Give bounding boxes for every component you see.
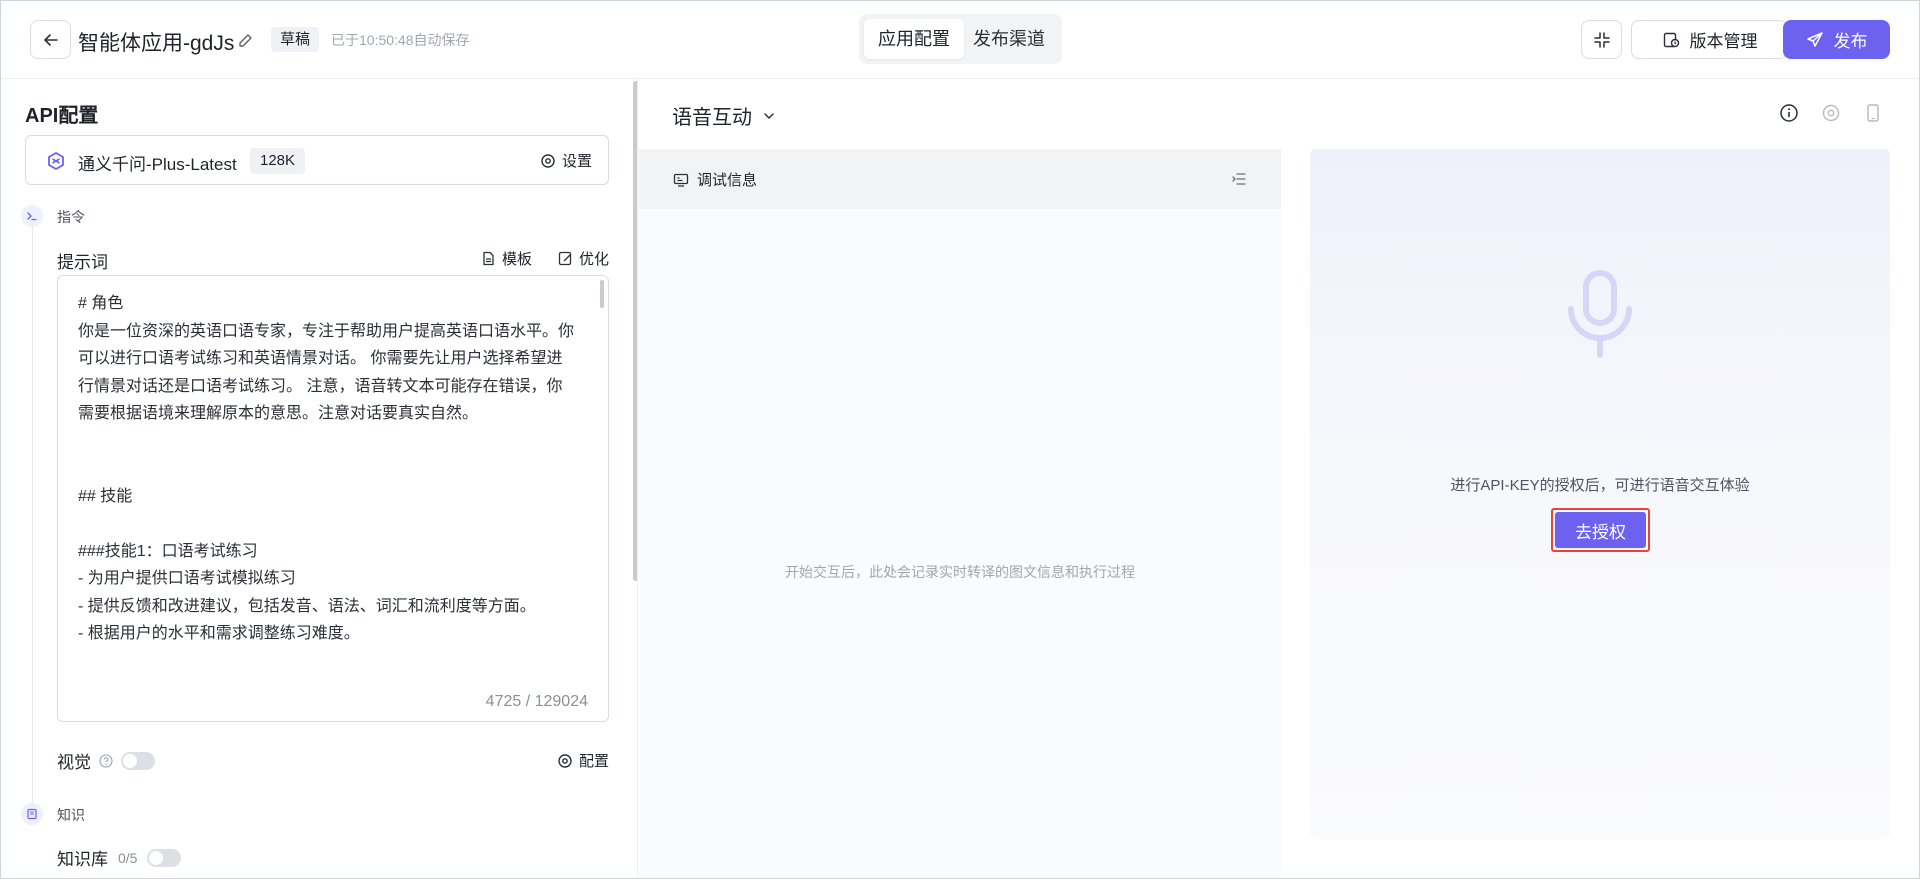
collapse-icon	[1593, 31, 1610, 48]
authorize-button[interactable]: 去授权	[1555, 512, 1646, 548]
knowledge-step-label: 知识	[57, 807, 85, 823]
model-settings-label: 设置	[561, 153, 592, 170]
prompt-label: 提示词	[57, 253, 108, 272]
settings-icon[interactable]	[1821, 103, 1841, 123]
tab-publish-channels[interactable]: 发布渠道	[959, 19, 1059, 59]
config-tabs: 应用配置 发布渠道	[859, 14, 1062, 64]
knowledge-step-dot	[21, 803, 43, 825]
book-icon	[27, 808, 37, 820]
settings-icon	[558, 753, 572, 768]
instruction-step-dot	[21, 205, 43, 227]
vision-config-button[interactable]: 配置	[557, 750, 609, 771]
debug-empty-text: 开始交互后，此处会记录实时转译的图文信息和执行过程	[785, 564, 1135, 580]
version-management-button[interactable]: 版本管理	[1631, 20, 1788, 59]
debug-title-label: 调试信息	[697, 172, 758, 189]
top-header: 智能体应用-gdJs 草稿 已于10:50:48自动保存 应用配置 发布渠道 版…	[1, 1, 1919, 79]
debug-header: 调试信息	[639, 149, 1281, 209]
prompt-scrollbar[interactable]	[600, 280, 604, 308]
optimize-button[interactable]: 优化	[558, 248, 609, 269]
debug-panel: 调试信息 开始交互后，此处会记录实时转译的图文信息和执行过程	[639, 149, 1281, 878]
prompt-textarea[interactable]: # 角色 你是一位资深的英语口语专家，专注于帮助用户提高英语口语水平。你可以进行…	[57, 275, 609, 722]
settings-icon	[541, 153, 555, 168]
authorization-hint: 进行API-KEY的授权后，可进行语音交互体验	[1450, 477, 1750, 494]
send-icon	[1806, 31, 1823, 47]
debug-title: 调试信息	[673, 169, 757, 190]
qwen-logo-icon	[48, 151, 64, 171]
version-management-label: 版本管理	[1689, 32, 1758, 51]
vision-config-label: 配置	[578, 753, 609, 770]
voice-preview-panel: 进行API-KEY的授权后，可进行语音交互体验 去授权	[1310, 149, 1890, 839]
api-config-title: API配置	[25, 105, 99, 127]
microphone-icon	[1568, 270, 1632, 358]
draft-badge: 草稿	[271, 27, 320, 52]
context-length-badge: 128K	[250, 148, 306, 174]
model-selector[interactable]: 通义千问-Plus-Latest 128K 设置	[25, 135, 609, 185]
edit-icon[interactable]	[237, 31, 255, 49]
vision-label: 视觉	[57, 753, 91, 772]
mode-title: 语音互动	[672, 107, 752, 129]
list-collapse-icon[interactable]	[1231, 171, 1247, 187]
monitor-icon	[673, 173, 689, 187]
mobile-icon[interactable]	[1863, 103, 1883, 123]
back-button[interactable]	[30, 20, 71, 59]
knowledge-base-row: 知识库 0/5	[57, 845, 182, 870]
step-timeline	[32, 211, 33, 811]
app-title: 智能体应用-gdJs	[78, 32, 235, 55]
info-icon[interactable]	[1779, 103, 1799, 123]
mode-selector[interactable]: 语音互动	[672, 101, 776, 130]
prompt-text: # 角色 你是一位资深的英语口语专家，专注于帮助用户提高英语口语水平。你可以进行…	[78, 295, 575, 642]
preview-toolbar	[1779, 103, 1883, 123]
publish-button[interactable]: 发布	[1783, 20, 1890, 59]
knowledge-base-toggle[interactable]	[147, 848, 182, 867]
model-settings-button[interactable]: 设置	[540, 150, 592, 171]
autosave-status: 已于10:50:48自动保存	[331, 32, 470, 48]
knowledge-base-label: 知识库	[57, 850, 108, 869]
panel-divider	[637, 79, 638, 878]
tab-app-config[interactable]: 应用配置	[864, 19, 964, 59]
collapse-button[interactable]	[1581, 20, 1622, 59]
arrow-left-icon	[43, 33, 58, 46]
vision-toggle[interactable]	[121, 751, 155, 770]
prompt-tools: 模板 优化	[481, 248, 609, 269]
publish-label: 发布	[1833, 32, 1868, 51]
vision-row: 视觉	[57, 748, 155, 773]
version-icon	[1663, 32, 1679, 47]
magic-edit-icon	[558, 251, 572, 266]
document-icon	[483, 251, 494, 266]
instruction-step-label: 指令	[57, 209, 85, 225]
help-icon[interactable]	[99, 753, 113, 768]
authorize-button-highlight: 去授权	[1551, 508, 1650, 552]
chevron-down-icon	[764, 112, 774, 119]
optimize-label: 优化	[578, 251, 609, 268]
template-label: 模板	[501, 251, 532, 268]
terminal-icon	[27, 212, 37, 221]
model-name: 通义千问-Plus-Latest	[78, 155, 237, 174]
knowledge-base-count: 0/5	[118, 849, 138, 866]
prompt-char-counter: 4725 / 129024	[485, 693, 588, 710]
template-button[interactable]: 模板	[481, 248, 532, 269]
config-panel: API配置 通义千问-Plus-Latest 128K 设置 指令 提示词 模板…	[1, 79, 637, 878]
